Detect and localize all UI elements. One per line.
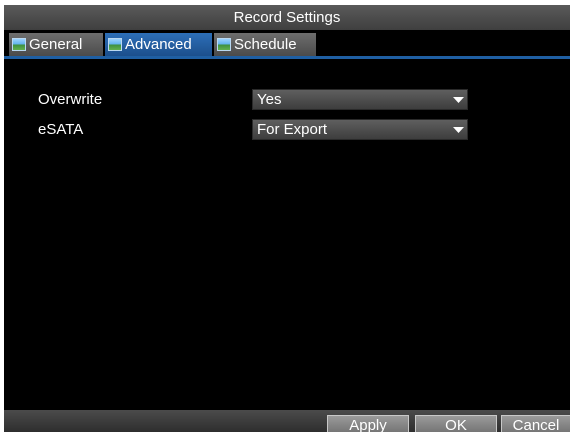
esata-dropdown[interactable]: For Export	[252, 119, 468, 140]
chevron-down-icon	[453, 97, 464, 103]
tab-general-label: General	[29, 36, 83, 53]
tab-bar: General Advanced Schedule	[4, 30, 570, 58]
apply-button[interactable]: Apply	[327, 415, 409, 432]
cancel-button[interactable]: Cancel	[501, 415, 570, 432]
chevron-down-icon	[453, 127, 464, 133]
esata-value: For Export	[257, 121, 328, 138]
overwrite-value: Yes	[257, 91, 282, 108]
tab-advanced-label: Advanced	[125, 36, 192, 53]
picture-icon	[108, 38, 122, 51]
overwrite-label: Overwrite	[38, 91, 103, 108]
esata-row: eSATA For Export	[4, 119, 570, 143]
picture-icon	[12, 38, 26, 51]
esata-label: eSATA	[38, 121, 84, 138]
record-settings-window: Record Settings General Advanced Schedul…	[4, 5, 570, 432]
overwrite-row: Overwrite Yes	[4, 89, 570, 113]
ok-button[interactable]: OK	[415, 415, 497, 432]
picture-icon	[217, 38, 231, 51]
button-bar: Apply OK Cancel	[4, 410, 570, 432]
overwrite-dropdown[interactable]: Yes	[252, 89, 468, 110]
window-title: Record Settings	[4, 5, 570, 30]
tab-general[interactable]: General	[9, 33, 103, 56]
tab-schedule-label: Schedule	[234, 36, 297, 53]
tab-schedule[interactable]: Schedule	[214, 33, 316, 56]
advanced-settings-panel: Overwrite Yes eSATA For Export	[4, 59, 570, 410]
tab-advanced[interactable]: Advanced	[105, 33, 212, 56]
